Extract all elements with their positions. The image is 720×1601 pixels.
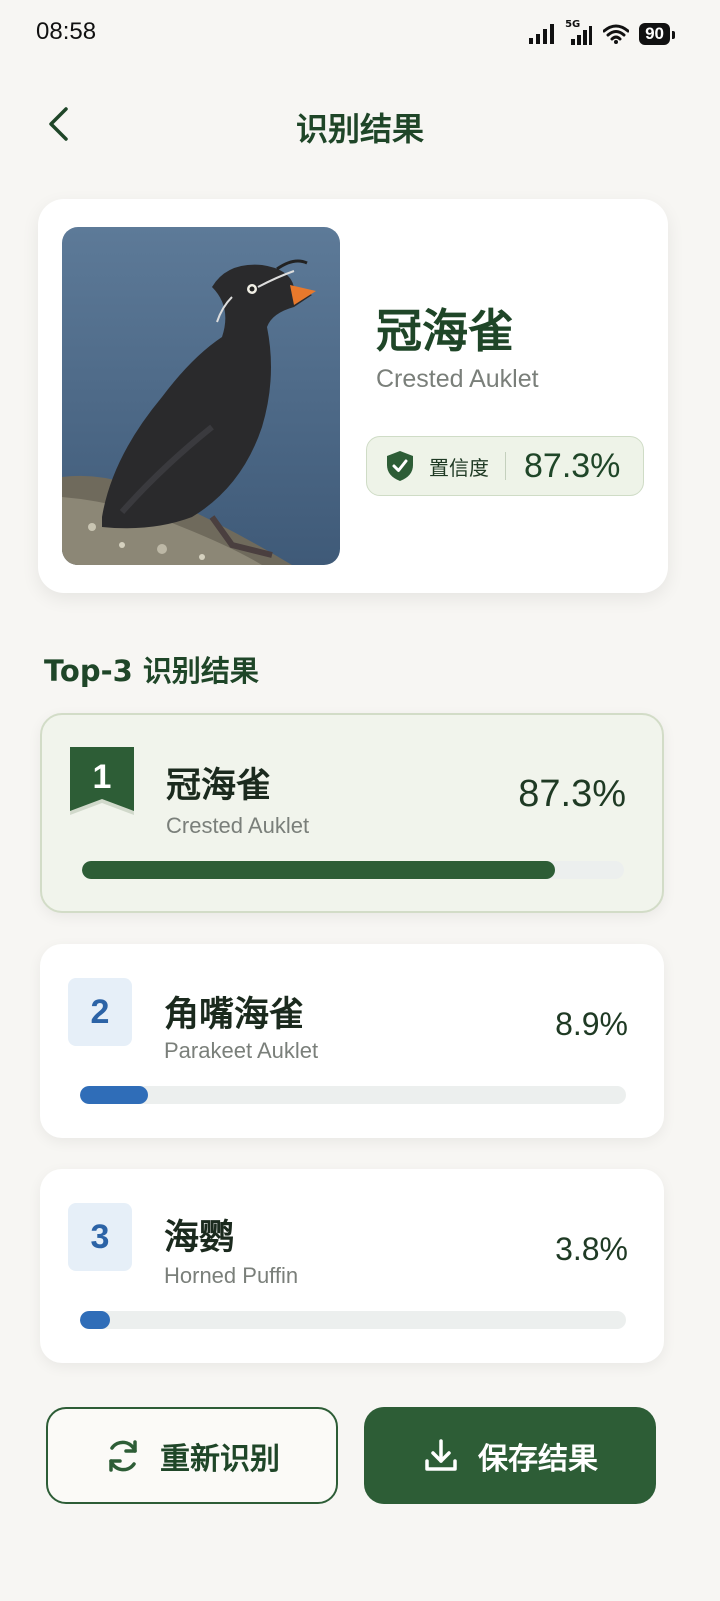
confidence-value: 87.3% — [524, 446, 621, 485]
signal-icon — [529, 24, 555, 44]
rank-badge-3: 3 — [68, 1203, 132, 1271]
result-summary-card: 冠海雀 Crested Auklet 置信度 87.3% — [38, 199, 668, 593]
result-card-1[interactable]: 1 冠海雀 Crested Auklet 87.3% — [40, 713, 664, 913]
divider — [505, 452, 506, 480]
section-title: Top-3 识别结果 — [44, 654, 259, 688]
confidence-bar-fill — [80, 1311, 111, 1329]
confidence-badge: 置信度 87.3% — [366, 436, 644, 496]
status-icons: 5G 90 — [529, 19, 675, 48]
rank-badge-1: 1 — [70, 747, 134, 819]
result-latin-name: Crested Auklet — [166, 813, 310, 838]
status-bar: 08:58 5G 90 — [0, 0, 720, 66]
wifi-icon — [603, 24, 630, 44]
result-name: 海鹦 — [164, 1218, 235, 1258]
result-percentage: 8.9% — [555, 1006, 628, 1042]
result-latin-name: Parakeet Auklet — [164, 1038, 319, 1063]
save-result-label: 保存结果 — [478, 1441, 598, 1477]
re-identify-label: 重新识别 — [160, 1441, 280, 1477]
rank-badge-2: 2 — [68, 978, 132, 1046]
status-time: 08:58 — [36, 18, 97, 45]
result-latin-name: Horned Puffin — [164, 1263, 299, 1288]
species-latin-name: Crested Auklet — [376, 365, 539, 393]
result-card-2[interactable]: 2 角嘴海雀 Parakeet Auklet 8.9% — [40, 944, 664, 1138]
result-name: 冠海雀 — [166, 766, 272, 806]
battery-indicator: 90 — [639, 23, 675, 45]
confidence-bar-fill — [80, 1086, 149, 1104]
confidence-bar-fill — [82, 861, 556, 879]
save-result-button[interactable]: 保存结果 — [364, 1407, 656, 1504]
signal-5g-icon: 5G — [565, 19, 593, 45]
confidence-bar-track — [82, 861, 624, 879]
confidence-bar-track — [80, 1086, 626, 1104]
result-card-3[interactable]: 3 海鹦 Horned Puffin 3.8% — [40, 1169, 664, 1363]
result-name: 角嘴海雀 — [164, 995, 305, 1035]
confidence-bar-track — [80, 1311, 626, 1329]
re-identify-button[interactable]: 重新识别 — [46, 1407, 338, 1504]
shield-check-icon — [387, 451, 413, 481]
confidence-label: 置信度 — [429, 455, 489, 480]
download-icon — [425, 1438, 457, 1471]
result-percentage: 3.8% — [555, 1231, 628, 1267]
species-name: 冠海雀 — [376, 304, 514, 358]
bird-photo — [62, 227, 340, 565]
rank-number: 1 — [92, 757, 112, 796]
result-percentage: 87.3% — [518, 773, 626, 815]
page-title: 识别结果 — [295, 110, 424, 148]
refresh-icon — [109, 1439, 137, 1472]
